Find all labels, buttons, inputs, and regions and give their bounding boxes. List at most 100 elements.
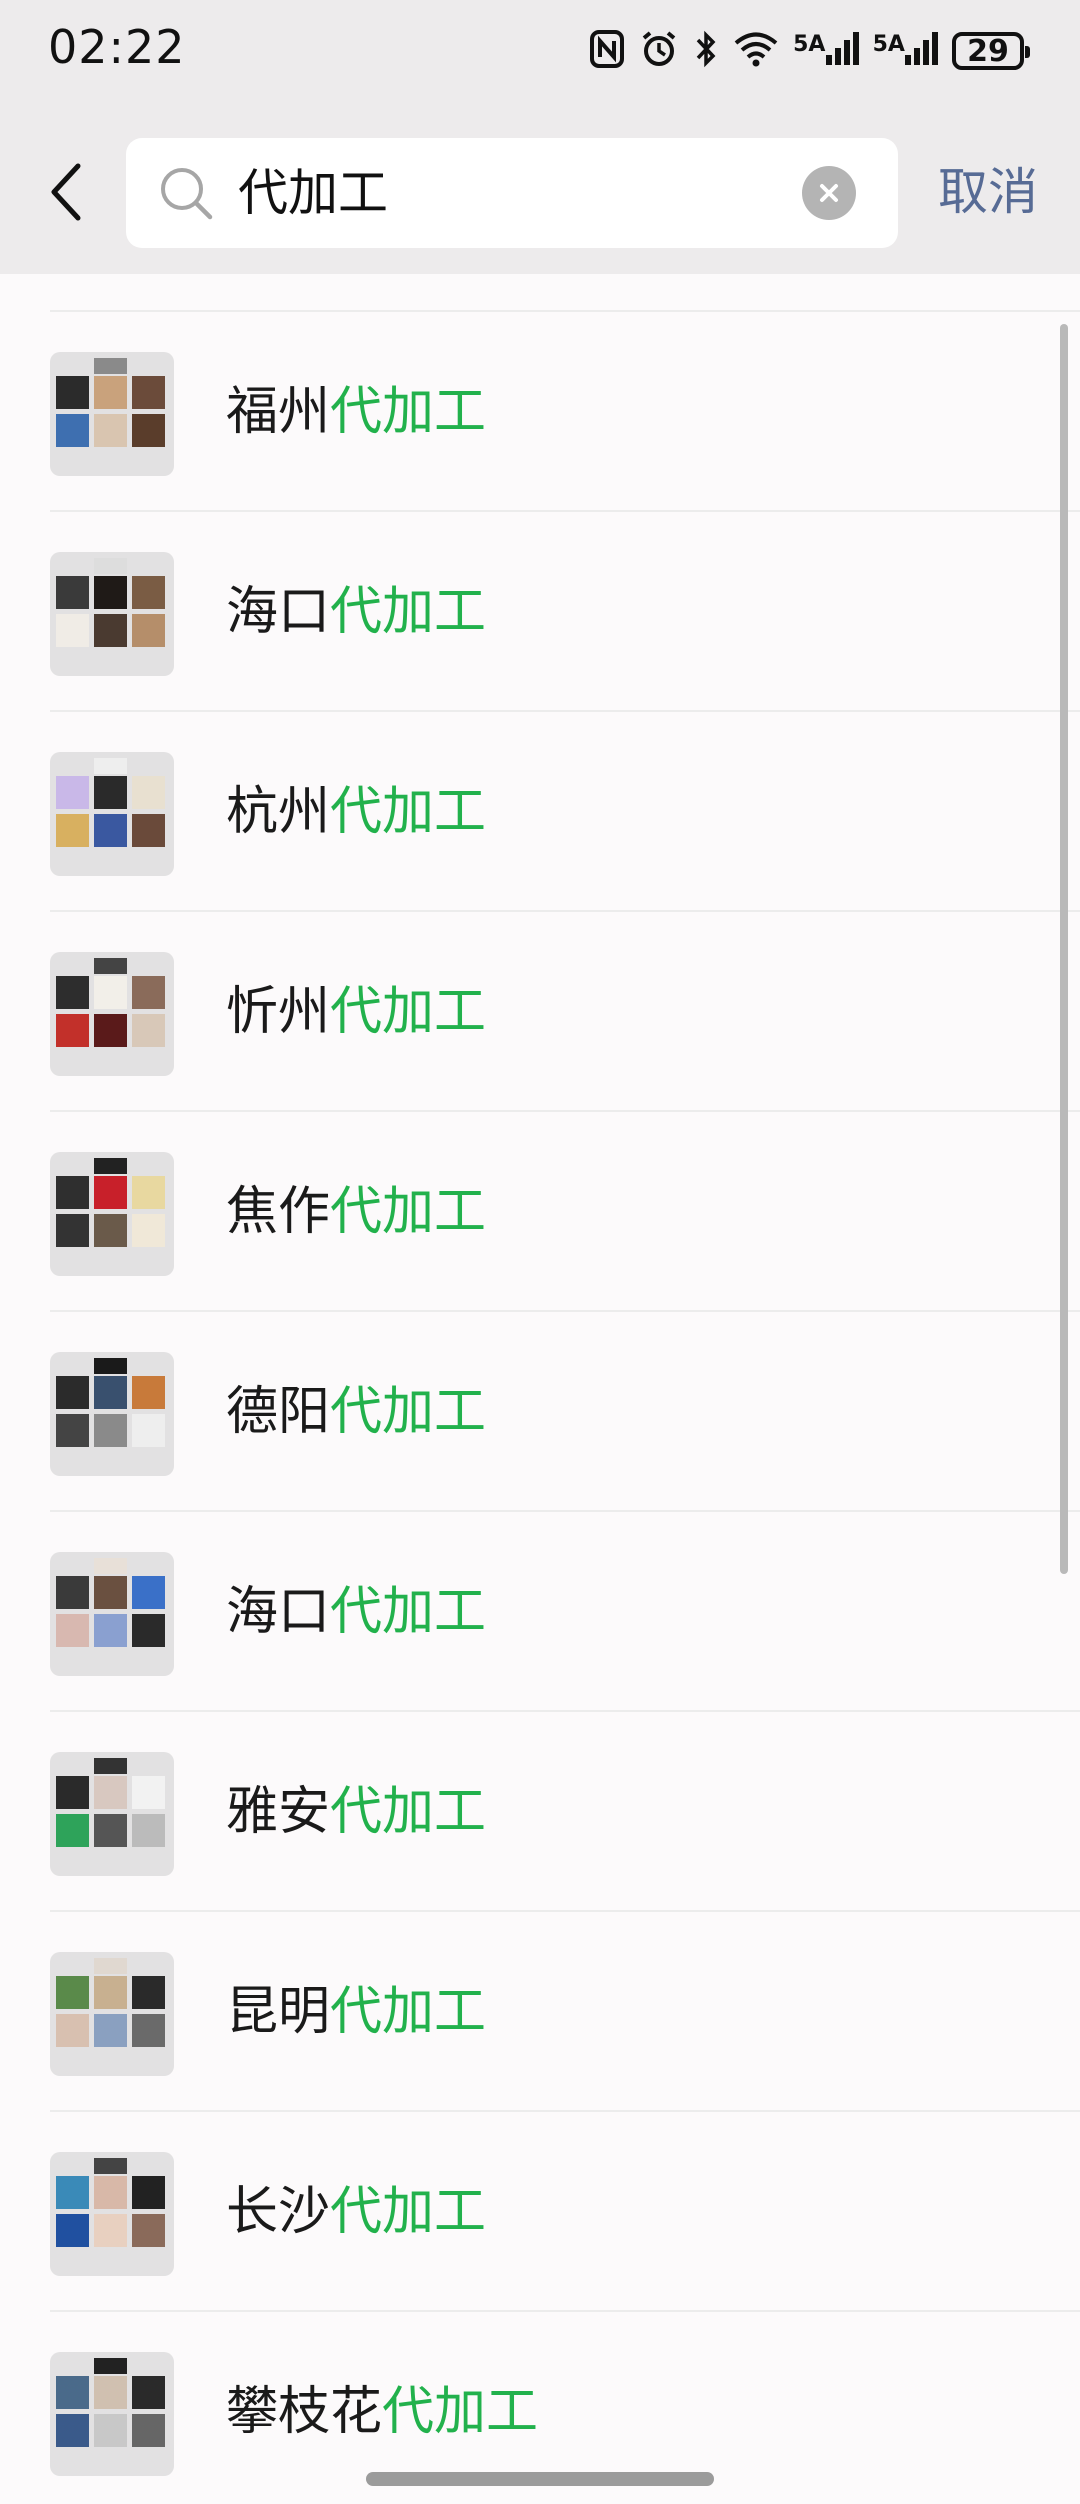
avatar-tile (94, 1176, 127, 1209)
avatar-tile (56, 1576, 89, 1609)
avatar-tile (94, 2176, 127, 2209)
list-item[interactable]: 雅安代加工 (0, 1712, 1080, 1912)
avatar-tile (94, 1376, 127, 1409)
avatar-tile (94, 1958, 127, 1974)
avatar-tile (132, 1576, 165, 1609)
list-item[interactable]: 德阳代加工 (0, 1312, 1080, 1512)
avatar-tile (132, 1214, 165, 1247)
avatar-tile (56, 576, 89, 609)
result-title: 福州代加工 (226, 312, 486, 512)
list-item[interactable]: 忻州代加工 (0, 912, 1080, 1112)
result-title-highlight: 代加工 (330, 382, 487, 442)
avatar-tile (56, 1214, 89, 1247)
avatar-tile (56, 1414, 89, 1447)
avatar-tile (94, 358, 127, 374)
wifi-icon (733, 30, 779, 72)
avatar-tile (94, 1814, 127, 1847)
avatar-tile (132, 1414, 165, 1447)
avatar-tile (56, 776, 89, 809)
result-title-highlight: 代加工 (330, 1982, 487, 2042)
avatar-tile (94, 1014, 127, 1047)
bluetooth-icon (693, 29, 719, 73)
list-item[interactable]: 海口代加工 (0, 1512, 1080, 1712)
signal-icon: 5A (793, 31, 859, 71)
signal-label: 5A (793, 32, 826, 57)
avatar-tile (94, 1614, 127, 1647)
result-title-prefix: 雅安 (226, 1782, 331, 1842)
result-title-highlight: 代加工 (330, 582, 487, 642)
result-title-highlight: 代加工 (330, 1182, 487, 1242)
group-avatar (50, 552, 174, 676)
avatar-tile (56, 2214, 89, 2247)
result-title-prefix: 杭州 (226, 782, 331, 842)
result-title: 杭州代加工 (226, 712, 486, 912)
avatar-tile (132, 614, 165, 647)
signal-icon: 5A (873, 31, 938, 71)
cancel-button[interactable]: 取消 (938, 154, 1038, 230)
result-title-highlight: 代加工 (330, 1582, 487, 1642)
group-avatar (50, 2152, 174, 2276)
group-avatar (50, 1352, 174, 1476)
result-title-highlight: 代加工 (330, 982, 487, 1042)
avatar-tile (132, 2014, 165, 2047)
list-item[interactable]: 焦作代加工 (0, 1112, 1080, 1312)
result-title-prefix: 忻州 (226, 982, 331, 1042)
avatar-tile (56, 414, 89, 447)
avatar-tile (94, 776, 127, 809)
avatar-tile (132, 576, 165, 609)
battery-level: 29 (967, 33, 1009, 69)
result-title-highlight: 代加工 (330, 1782, 487, 1842)
nfc-icon (589, 29, 625, 73)
avatar-tile (94, 2158, 127, 2174)
avatar-tile (132, 2214, 165, 2247)
alarm-icon (639, 29, 679, 73)
result-title: 雅安代加工 (226, 1712, 486, 1912)
home-indicator[interactable] (366, 2472, 714, 2486)
scrollbar[interactable] (1060, 324, 1068, 1574)
avatar-tile (94, 758, 127, 774)
avatar-tile (56, 1776, 89, 1809)
result-title: 焦作代加工 (226, 1112, 486, 1312)
result-title-highlight: 代加工 (330, 1382, 487, 1442)
search-box[interactable] (126, 138, 898, 248)
group-avatar (50, 1952, 174, 2076)
search-input[interactable] (238, 138, 798, 248)
status-bar: 02:22 5A 5A 29 (0, 0, 1080, 110)
avatar-tile (94, 1414, 127, 1447)
group-avatar (50, 1752, 174, 1876)
list-item[interactable]: 海口代加工 (0, 512, 1080, 712)
result-title: 德阳代加工 (226, 1312, 486, 1512)
avatar-tile (56, 1176, 89, 1209)
group-avatar (50, 2352, 174, 2476)
avatar-tile (132, 1776, 165, 1809)
list-item[interactable]: 福州代加工 (0, 312, 1080, 512)
result-title-prefix: 海口 (226, 582, 331, 642)
avatar-tile (132, 776, 165, 809)
status-time: 02:22 (48, 20, 186, 74)
avatar-tile (132, 1176, 165, 1209)
avatar-tile (94, 614, 127, 647)
back-arrow-icon (51, 163, 81, 221)
list-item[interactable]: 长沙代加工 (0, 2112, 1080, 2312)
avatar-tile (56, 2176, 89, 2209)
avatar-tile (94, 1576, 127, 1609)
result-title: 海口代加工 (226, 1512, 486, 1712)
avatar-tile (94, 1758, 127, 1774)
avatar-tile (94, 1158, 127, 1174)
clear-button[interactable] (802, 166, 856, 220)
group-avatar (50, 1552, 174, 1676)
back-button[interactable] (36, 154, 96, 230)
avatar-tile (132, 414, 165, 447)
avatar-tile (94, 2214, 127, 2247)
result-title-prefix: 昆明 (226, 1982, 331, 2042)
list-item[interactable]: 杭州代加工 (0, 712, 1080, 912)
signal-label: 5A (872, 32, 905, 57)
avatar-tile (94, 1214, 127, 1247)
result-title-prefix: 海口 (226, 1582, 331, 1642)
result-title-prefix: 长沙 (226, 2182, 331, 2242)
avatar-tile (94, 814, 127, 847)
list-item[interactable]: 昆明代加工 (0, 1912, 1080, 2112)
results-list[interactable]: 福州代加工 海口代加工 杭州代加工 忻州代加工 焦作代加工 德阳代加工 海口代加工 雅安代加工… (0, 274, 1080, 2504)
result-title-highlight: 代加工 (382, 2382, 539, 2442)
result-title-prefix: 福州 (226, 382, 331, 442)
